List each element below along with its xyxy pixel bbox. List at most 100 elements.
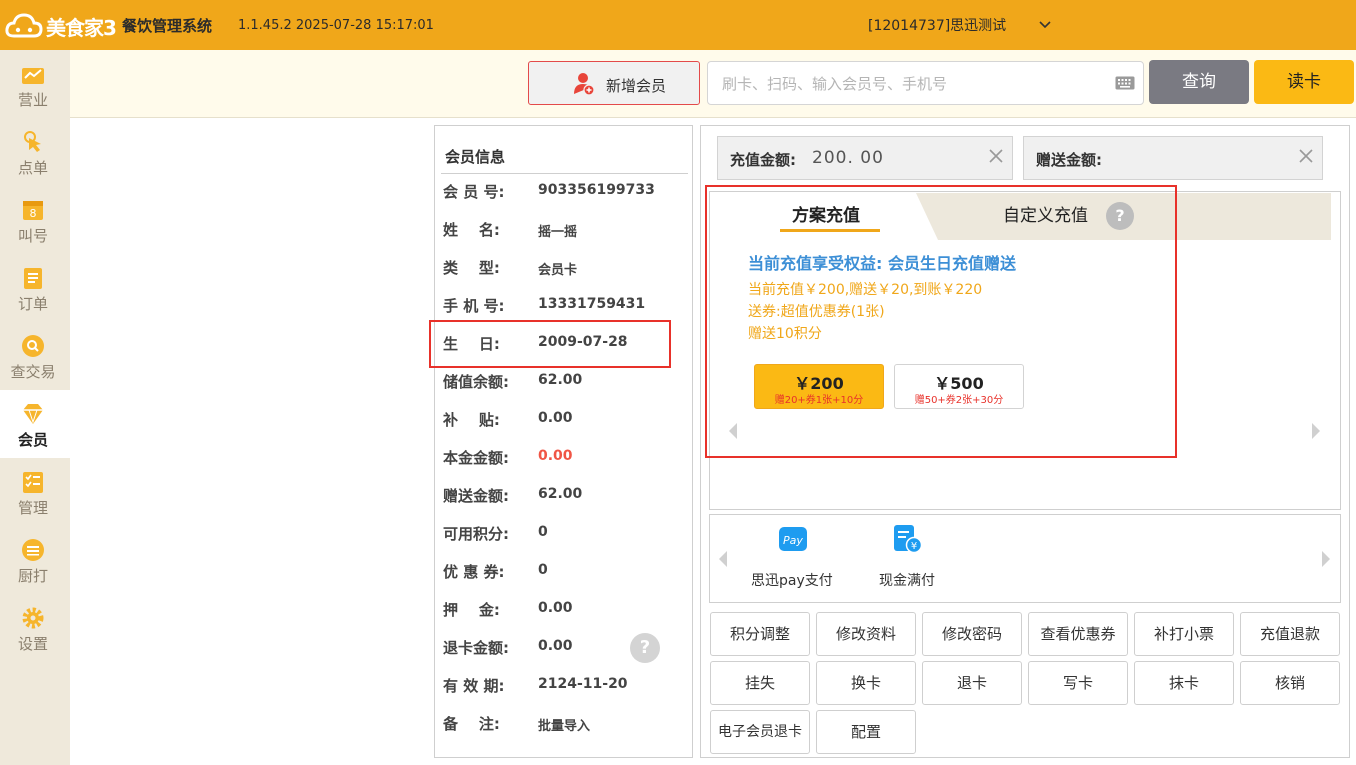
member-info-label: 备 注: bbox=[443, 715, 500, 733]
gift-amount-label: 赠送金额: bbox=[1036, 151, 1102, 169]
sidebar-item-manage[interactable]: 管理 bbox=[0, 458, 70, 526]
member-info-value: 0.00 bbox=[538, 600, 573, 616]
member-info-label: 优 惠 券: bbox=[443, 563, 505, 581]
sidebar-item-label: 管理 bbox=[17, 499, 48, 517]
diamond-icon bbox=[23, 404, 43, 424]
clear-icon[interactable] bbox=[988, 148, 1004, 164]
keyboard-icon[interactable] bbox=[1115, 76, 1135, 90]
query-button[interactable]: 查询 bbox=[1149, 60, 1249, 104]
cloud-logo-icon bbox=[5, 13, 43, 38]
number-icon: 8 bbox=[23, 201, 43, 220]
sidebar-item-business[interactable]: 营业 bbox=[0, 50, 70, 118]
action-button[interactable]: 修改密码 bbox=[922, 612, 1022, 656]
member-info-label: 手 机 号: bbox=[443, 297, 505, 315]
divider bbox=[441, 173, 688, 174]
arrow-right-icon[interactable] bbox=[1310, 421, 1322, 441]
member-info-title: 会员信息 bbox=[445, 148, 506, 166]
title-bar: 美食家3 餐饮管理系统 1.1.45.2 2025-07-28 15:17:01… bbox=[0, 0, 1356, 50]
member-info-label: 储值余额: bbox=[443, 373, 509, 391]
sidebar-item-label: 叫号 bbox=[17, 227, 48, 245]
sidebar-item-order-dishes[interactable]: 点单 bbox=[0, 118, 70, 186]
sidebar-item-member[interactable]: 会员 bbox=[0, 390, 70, 458]
plan-highlight-box bbox=[705, 185, 1177, 458]
action-button[interactable]: 查看优惠券 bbox=[1028, 612, 1128, 656]
pay-icon: Pay bbox=[779, 527, 807, 551]
action-button[interactable]: 修改资料 bbox=[816, 612, 916, 656]
action-button[interactable]: 积分调整 bbox=[710, 612, 810, 656]
sidebar: 营业 点单 8 叫号 订单 查交易 会员 管理 厨打 设置 bbox=[0, 50, 70, 765]
member-info-value: 0.00 bbox=[538, 410, 573, 426]
refund-help-icon[interactable]: ? bbox=[630, 633, 660, 663]
sidebar-item-transactions[interactable]: 查交易 bbox=[0, 322, 70, 390]
member-info-value: 批量导入 bbox=[538, 719, 591, 734]
sidebar-item-label: 营业 bbox=[17, 91, 48, 109]
tap-icon bbox=[24, 131, 41, 152]
version-time: 1.1.45.2 2025-07-28 15:17:01 bbox=[238, 18, 434, 33]
action-button[interactable]: 退卡 bbox=[922, 661, 1022, 705]
action-button[interactable]: 电子会员退卡 bbox=[710, 710, 810, 754]
sidebar-item-label: 查交易 bbox=[10, 363, 56, 381]
checklist-icon bbox=[23, 472, 43, 493]
arrow-left-icon[interactable] bbox=[717, 549, 729, 569]
member-info-label: 赠送金额: bbox=[443, 487, 509, 505]
member-info-label: 会 员 号: bbox=[443, 183, 505, 201]
member-info-value: 13331759431 bbox=[538, 296, 646, 312]
member-info-value: 0.00 bbox=[538, 448, 573, 464]
member-info-label: 姓 名: bbox=[443, 221, 500, 239]
sidebar-item-kitchen-print[interactable]: 厨打 bbox=[0, 526, 70, 594]
member-info-value: 摇一摇 bbox=[538, 225, 578, 240]
action-button[interactable]: 写卡 bbox=[1028, 661, 1128, 705]
chart-icon bbox=[22, 68, 44, 84]
member-info-value: 62.00 bbox=[538, 486, 583, 502]
action-button[interactable]: 核销 bbox=[1240, 661, 1340, 705]
action-button[interactable]: 配置 bbox=[816, 710, 916, 754]
member-search-box bbox=[707, 61, 1144, 105]
logo-text: 美食家3 bbox=[46, 16, 117, 40]
member-info-label: 本金金额: bbox=[443, 449, 509, 467]
action-button[interactable]: 充值退款 bbox=[1240, 612, 1340, 656]
sidebar-item-label: 点单 bbox=[17, 159, 48, 177]
sidebar-item-label: 订单 bbox=[17, 295, 48, 313]
sidebar-item-label: 会员 bbox=[17, 431, 48, 449]
sidebar-item-label: 设置 bbox=[17, 635, 48, 653]
member-info-label: 押 金: bbox=[443, 601, 500, 619]
member-info-label: 类 型: bbox=[443, 259, 500, 277]
member-info-label: 可用积分: bbox=[443, 525, 509, 543]
member-info-value: 903356199733 bbox=[538, 182, 655, 198]
cash-icon: ¥ bbox=[894, 525, 922, 554]
action-button[interactable]: 挂失 bbox=[710, 661, 810, 705]
sidebar-item-orders[interactable]: 订单 bbox=[0, 254, 70, 322]
gift-amount-field[interactable]: 赠送金额: bbox=[1023, 136, 1323, 180]
member-info-value: 0.00 bbox=[538, 638, 573, 654]
svg-text:Pay: Pay bbox=[783, 534, 803, 547]
arrow-right-icon[interactable] bbox=[1320, 549, 1332, 569]
gear-icon bbox=[22, 607, 44, 629]
add-user-icon bbox=[574, 73, 595, 96]
svg-text:¥: ¥ bbox=[911, 541, 917, 552]
svg-text:8: 8 bbox=[30, 207, 37, 220]
sidebar-item-call-number[interactable]: 8 叫号 bbox=[0, 186, 70, 254]
kitchen-print-icon bbox=[22, 539, 44, 561]
search-icon bbox=[22, 335, 44, 357]
member-info-value: 会员卡 bbox=[538, 263, 578, 278]
sidebar-item-label: 厨打 bbox=[17, 567, 48, 585]
recharge-amount-field[interactable]: 充值金额: 200. 00 bbox=[717, 136, 1013, 180]
read-card-button[interactable]: 读卡 bbox=[1254, 60, 1354, 104]
member-info-label: 退卡金额: bbox=[443, 639, 509, 657]
recharge-amount-label: 充值金额: bbox=[730, 151, 796, 169]
order-list-icon bbox=[24, 268, 42, 289]
clear-icon[interactable] bbox=[1298, 148, 1314, 164]
add-member-button[interactable]: 新增会员 bbox=[528, 61, 700, 105]
action-button[interactable]: 换卡 bbox=[816, 661, 916, 705]
action-button[interactable]: 补打小票 bbox=[1134, 612, 1234, 656]
member-search-input[interactable] bbox=[722, 72, 1102, 96]
payment-label: 现金满付 bbox=[879, 573, 935, 589]
recharge-amount-value: 200. 00 bbox=[812, 148, 884, 168]
sidebar-item-settings[interactable]: 设置 bbox=[0, 594, 70, 662]
add-member-label: 新增会员 bbox=[606, 77, 667, 95]
chevron-down-icon[interactable] bbox=[1036, 14, 1054, 34]
action-button[interactable]: 抹卡 bbox=[1134, 661, 1234, 705]
payment-label: 思迅pay支付 bbox=[751, 573, 833, 589]
member-info-value: 0 bbox=[538, 562, 548, 578]
store-selector[interactable]: [12014737]思迅测试 bbox=[868, 15, 1006, 35]
